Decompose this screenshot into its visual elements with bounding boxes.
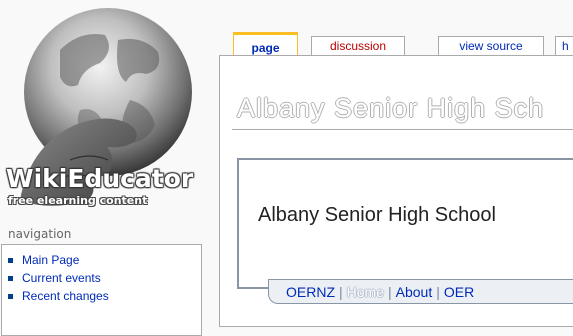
nav-item-current-events[interactable]: Current events bbox=[8, 269, 201, 287]
menu-separator: | bbox=[436, 284, 440, 300]
navigation-heading: navigation bbox=[8, 227, 72, 241]
site-logo[interactable]: WikiEducator free elearning content bbox=[0, 0, 200, 222]
menu-link-about[interactable]: About bbox=[396, 284, 433, 300]
tab-view-source[interactable]: view source bbox=[438, 36, 544, 55]
menu-link-oer[interactable]: OER bbox=[444, 284, 474, 300]
nav-item-current-events-link[interactable]: Current events bbox=[22, 271, 101, 285]
logo-subtitle: free elearning content bbox=[8, 194, 148, 207]
logo-title: WikiEducator bbox=[6, 164, 194, 193]
menu-link-oernz[interactable]: OERNZ bbox=[286, 284, 335, 300]
nav-item-main-page[interactable]: Main Page bbox=[8, 251, 201, 269]
nav-item-recent-changes[interactable]: Recent changes bbox=[8, 287, 201, 305]
heading-divider bbox=[232, 129, 573, 130]
page-title: Albany Senior High Sch bbox=[237, 93, 545, 123]
menu-link-home[interactable]: Home bbox=[347, 284, 384, 300]
tab-discussion[interactable]: discussion bbox=[311, 36, 405, 55]
oernz-menu-bar: OERNZ | Home | About | OER bbox=[268, 279, 573, 304]
tab-history[interactable]: h bbox=[555, 36, 573, 55]
nav-item-recent-changes-link[interactable]: Recent changes bbox=[22, 289, 109, 303]
tab-page[interactable]: page bbox=[233, 32, 298, 55]
menu-separator: | bbox=[339, 284, 343, 300]
navigation-portlet: Main Page Current events Recent changes bbox=[1, 244, 202, 336]
menu-separator: | bbox=[388, 284, 392, 300]
banner-title: Albany Senior High School bbox=[258, 204, 496, 226]
nav-item-main-page-link[interactable]: Main Page bbox=[22, 253, 79, 267]
